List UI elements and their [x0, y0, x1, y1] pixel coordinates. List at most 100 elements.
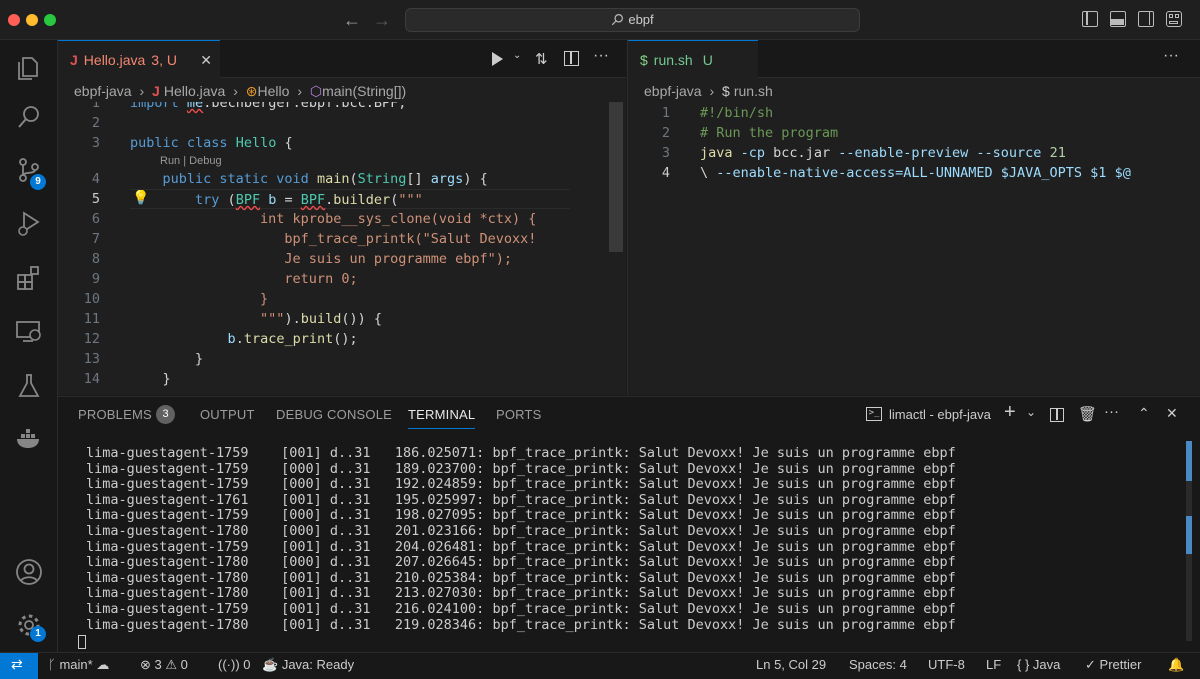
line-number: 3 — [661, 145, 670, 161]
terminal-scrollbar[interactable] — [1186, 441, 1192, 641]
shell-dollar-icon: $ — [722, 83, 730, 99]
tab-ports[interactable]: PORTS — [496, 407, 542, 422]
tab-bar: J Hello.java 3, U ✕ ⌄ ⇅ ··· — [58, 40, 626, 78]
code-line-5: try (BPF b = BPF.builder(""" — [130, 189, 570, 209]
line-number: 2 — [661, 125, 670, 141]
method-cube-icon: ⬡ — [309, 83, 323, 99]
encoding[interactable]: UTF-8 — [928, 657, 965, 672]
code-line-3: public class Hello { — [130, 135, 293, 151]
close-window-button[interactable] — [8, 14, 20, 26]
tab-label: Hello.java — [83, 52, 146, 68]
code-line-7: bpf_trace_printk("Salut Devoxx! — [130, 231, 537, 247]
breadcrumb-method[interactable]: main(String[]) — [322, 83, 406, 99]
account-icon[interactable] — [14, 557, 44, 587]
split-terminal-icon[interactable] — [1050, 408, 1064, 422]
minimize-window-button[interactable] — [26, 14, 38, 26]
shell-code-editor[interactable]: 1 2 3 4 #!/bin/sh # Run the program java… — [628, 102, 1200, 395]
back-arrow-icon[interactable]: ← — [343, 10, 361, 31]
breadcrumb-folder[interactable]: ebpf-java — [74, 83, 132, 99]
line-number: 9 — [91, 271, 100, 287]
tab-terminal[interactable]: TERMINAL — [408, 407, 476, 429]
end-of-line[interactable]: LF — [986, 657, 1001, 672]
more-actions-icon[interactable]: ··· — [593, 47, 609, 65]
code-line-1: import me.bechberger.ebpf.bcc.BPF; — [130, 102, 407, 111]
problems-count-badge: 3 — [156, 405, 175, 424]
line-number: 5 — [91, 191, 100, 207]
java-status[interactable]: ☕ Java: Ready — [262, 657, 354, 673]
code-line-4: public static void main(String[] args) { — [162, 171, 488, 187]
codelens-run-debug[interactable]: Run | Debug — [160, 155, 222, 167]
remote-indicator[interactable]: ⇄ — [0, 653, 38, 679]
search-icon[interactable] — [14, 102, 44, 132]
chevron-down-icon[interactable]: ⌄ — [1026, 405, 1036, 419]
split-editor-icon[interactable] — [564, 51, 579, 66]
tab-output[interactable]: OUTPUT — [200, 407, 255, 422]
toggle-secondary-sidebar-icon[interactable] — [1138, 11, 1154, 27]
code-line-10: } — [130, 291, 269, 307]
maximize-panel-icon[interactable]: ⌃ — [1138, 405, 1150, 422]
prettier-status[interactable]: ✓ Prettier — [1085, 657, 1141, 673]
docker-icon[interactable] — [14, 424, 44, 454]
source-control-badge: 9 — [30, 174, 46, 190]
terminal-line: lima-guestagent-1759 [000] d..31 198.027… — [86, 507, 956, 524]
terminal-line: lima-guestagent-1759 [001] d..31 204.026… — [86, 538, 956, 555]
run-and-debug-icon[interactable] — [14, 208, 44, 238]
line-number: 2 — [91, 115, 100, 131]
java-code-editor[interactable]: 1 2 3 4 5 6 7 8 9 10 11 12 13 14 import … — [58, 102, 626, 395]
forward-arrow-icon[interactable]: → — [373, 10, 391, 31]
editor-scrollbar[interactable] — [609, 102, 623, 252]
breadcrumb-file[interactable]: run.sh — [734, 83, 773, 99]
zoom-window-button[interactable] — [44, 14, 56, 26]
code-line-6: int kprobe__sys_clone(void *ctx) { — [130, 211, 537, 227]
line-number: 8 — [91, 251, 100, 267]
tab-run-sh[interactable]: $ run.sh U — [628, 40, 758, 78]
explorer-icon[interactable] — [14, 52, 44, 82]
breadcrumb-folder[interactable]: ebpf-java — [644, 83, 702, 99]
terminal-name[interactable]: limactl - ebpf-java — [889, 407, 991, 422]
compare-changes-icon[interactable]: ⇅ — [535, 50, 548, 68]
close-tab-icon[interactable]: ✕ — [200, 41, 212, 79]
indentation[interactable]: Spaces: 4 — [849, 657, 907, 672]
breadcrumb-file[interactable]: Hello.java — [164, 83, 225, 99]
extensions-icon[interactable] — [14, 262, 44, 292]
code-line-3: java -cp bcc.jar --enable-preview --sour… — [700, 145, 1066, 161]
branch-name: main* — [59, 657, 93, 672]
line-number: 10 — [83, 291, 100, 307]
chevron-right-icon: › — [297, 83, 302, 99]
close-panel-icon[interactable]: ✕ — [1166, 405, 1178, 422]
toggle-panel-icon[interactable] — [1110, 11, 1126, 27]
tab-hello-java[interactable]: J Hello.java 3, U ✕ — [58, 40, 220, 78]
branch-status[interactable]: ᚴ main* ☁ — [48, 657, 109, 673]
line-number: 14 — [83, 371, 100, 387]
problems-status[interactable]: ⊗ 3 ⚠ 0 — [140, 657, 188, 673]
toggle-sidebar-icon[interactable] — [1082, 11, 1098, 27]
language-mode[interactable]: { } Java — [1017, 657, 1060, 672]
command-center-search[interactable]: ebpf — [405, 8, 860, 32]
double-check-icon: ✓ — [1085, 657, 1096, 672]
tab-debug-console[interactable]: DEBUG CONSOLE — [276, 407, 392, 422]
source-control-icon[interactable]: 9 — [14, 155, 46, 190]
more-actions-icon[interactable]: ··· — [1104, 403, 1119, 420]
tab-problems[interactable]: PROBLEMS — [78, 407, 152, 422]
breadcrumb: ebpf-java › $ run.sh — [644, 80, 773, 102]
terminal-line: lima-guestagent-1780 [001] d..31 213.027… — [86, 585, 956, 602]
terminal-cursor — [78, 635, 86, 649]
run-icon[interactable] — [492, 52, 503, 66]
breadcrumb-class[interactable]: Hello — [258, 83, 290, 99]
ports-status[interactable]: ((·)) 0 — [218, 657, 251, 672]
new-terminal-icon[interactable]: + — [1004, 401, 1016, 424]
customize-layout-icon[interactable] — [1166, 11, 1182, 27]
line-number: 7 — [91, 231, 100, 247]
trash-icon[interactable]: 🗑 — [1078, 405, 1097, 423]
testing-flask-icon[interactable] — [14, 371, 44, 401]
code-line-2: # Run the program — [700, 125, 839, 141]
more-actions-icon[interactable]: ··· — [1163, 47, 1179, 65]
cursor-position[interactable]: Ln 5, Col 29 — [756, 657, 826, 672]
terminal-line: lima-guestagent-1759 [001] d..31 186.025… — [86, 445, 956, 461]
notifications-bell-icon[interactable]: 🔔 — [1168, 657, 1184, 673]
settings-gear-icon[interactable]: 1 — [14, 610, 46, 642]
run-dropdown-icon[interactable]: ⌄ — [513, 50, 521, 61]
remote-explorer-icon[interactable] — [14, 317, 44, 347]
tab-status: U — [702, 52, 713, 68]
bottom-panel: PROBLEMS 3 OUTPUT DEBUG CONSOLE TERMINAL… — [58, 396, 1200, 652]
